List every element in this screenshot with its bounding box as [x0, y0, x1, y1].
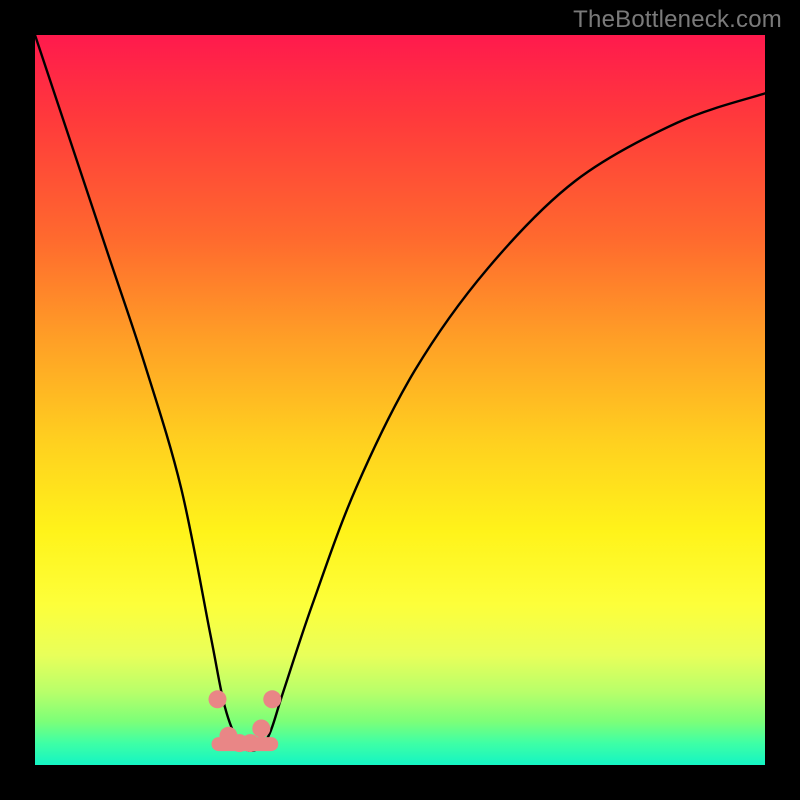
marker-dot: [209, 690, 227, 708]
plot-area: [35, 35, 765, 765]
bottleneck-curve: [35, 35, 765, 765]
curve-markers: [209, 690, 282, 752]
watermark-text: TheBottleneck.com: [573, 6, 782, 34]
marker-dot: [252, 720, 270, 738]
marker-dot: [263, 690, 281, 708]
curve-line: [35, 35, 765, 751]
marker-dot: [241, 734, 259, 752]
chart-frame: TheBottleneck.com: [0, 0, 800, 800]
